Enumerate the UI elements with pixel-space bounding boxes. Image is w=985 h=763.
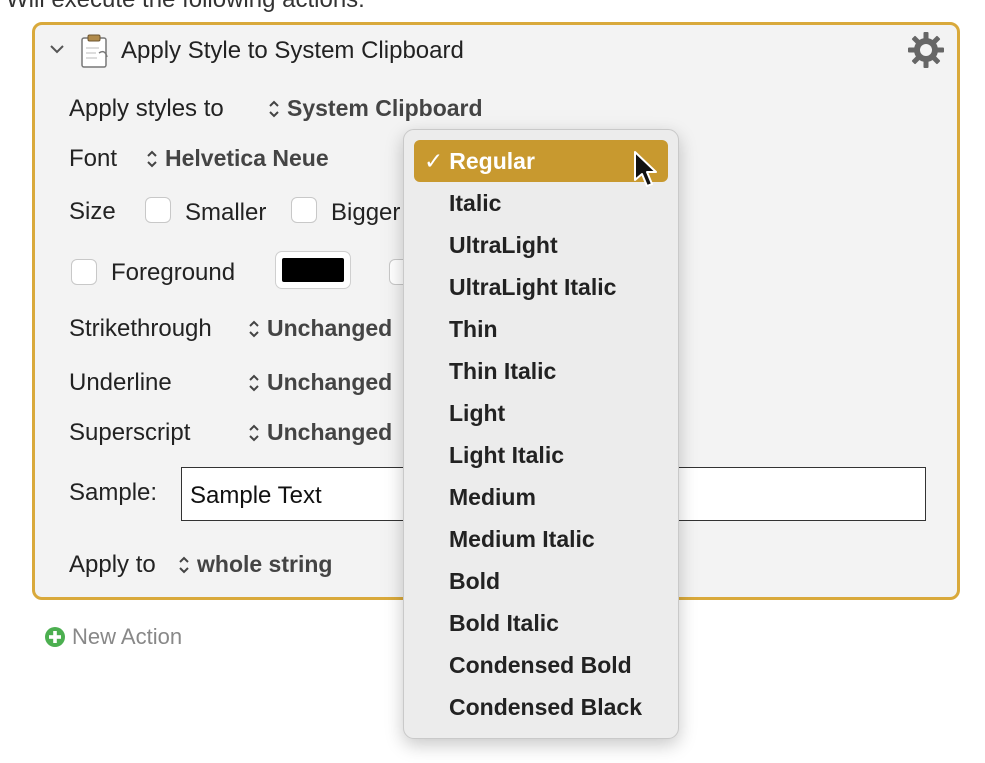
apply-to-label: Apply to [69, 551, 156, 578]
bigger-checkbox[interactable] [291, 197, 317, 223]
menu-item-bold-italic[interactable]: Bold Italic [414, 602, 668, 644]
menu-item-medium-italic[interactable]: Medium Italic [414, 518, 668, 560]
menu-item-bold[interactable]: Bold [414, 560, 668, 602]
font-family-popup[interactable]: Helvetica Neue [145, 145, 329, 172]
strikethrough-label: Strikethrough [69, 315, 212, 342]
smaller-label: Smaller [185, 199, 267, 226]
font-style-menu: ✓ Regular Italic UltraLight UltraLight I… [403, 129, 679, 739]
superscript-value: Unchanged [267, 419, 393, 445]
action-title: Apply Style to System Clipboard [121, 37, 464, 64]
clipboard-icon [81, 34, 108, 68]
strikethrough-value: Unchanged [267, 315, 393, 341]
menu-item-ultralight-italic[interactable]: UltraLight Italic [414, 266, 668, 308]
foreground-color-well[interactable] [275, 251, 351, 289]
menu-item-thin-italic[interactable]: Thin Italic [414, 350, 668, 392]
chevron-down-icon[interactable] [47, 39, 67, 59]
strikethrough-popup[interactable]: Unchanged [247, 315, 392, 342]
gear-icon[interactable] [907, 31, 945, 69]
menu-item-condensed-bold[interactable]: Condensed Bold [414, 644, 668, 686]
foreground-checkbox[interactable] [71, 259, 97, 285]
superscript-label: Superscript [69, 419, 191, 446]
updown-chevron-icon [249, 374, 259, 391]
apply-styles-label: Apply styles to [69, 95, 224, 122]
menu-item-light-italic[interactable]: Light Italic [414, 434, 668, 476]
menu-item-condensed-black[interactable]: Condensed Black [414, 686, 668, 728]
menu-item-italic[interactable]: Italic [414, 182, 668, 224]
updown-chevron-icon [249, 320, 259, 337]
apply-to-value: whole string [197, 551, 333, 577]
menu-item-regular[interactable]: ✓ Regular [414, 140, 668, 182]
new-action-label: New Action [72, 624, 183, 649]
smaller-checkbox[interactable] [145, 197, 171, 223]
updown-chevron-icon [179, 556, 189, 573]
font-label: Font [69, 145, 118, 172]
underline-value: Unchanged [267, 369, 393, 395]
size-label: Size [69, 198, 116, 225]
new-action-button[interactable]: New Action [44, 624, 182, 650]
menu-item-light[interactable]: Light [414, 392, 668, 434]
menu-item-label: Regular [449, 147, 535, 174]
checkmark-icon: ✓ [424, 147, 444, 174]
menu-item-thin[interactable]: Thin [414, 308, 668, 350]
superscript-popup[interactable]: Unchanged [247, 419, 392, 446]
apply-styles-popup[interactable]: System Clipboard [267, 95, 483, 122]
underline-label: Underline [69, 369, 172, 396]
menu-item-medium[interactable]: Medium [414, 476, 668, 518]
bigger-label: Bigger [331, 199, 401, 226]
section-header: Will execute the following actions: [6, 0, 365, 14]
font-family-value: Helvetica Neue [165, 145, 329, 171]
apply-to-popup[interactable]: whole string [177, 551, 332, 578]
apply-styles-value: System Clipboard [287, 95, 483, 121]
mouse-pointer-icon [634, 151, 657, 187]
add-circle-icon [45, 627, 65, 647]
foreground-label: Foreground [111, 259, 236, 286]
updown-chevron-icon [147, 150, 157, 167]
updown-chevron-icon [249, 424, 259, 441]
foreground-color-swatch [282, 258, 344, 282]
underline-popup[interactable]: Unchanged [247, 369, 392, 396]
updown-chevron-icon [269, 100, 279, 117]
menu-item-ultralight[interactable]: UltraLight [414, 224, 668, 266]
sample-label: Sample: [69, 479, 158, 506]
